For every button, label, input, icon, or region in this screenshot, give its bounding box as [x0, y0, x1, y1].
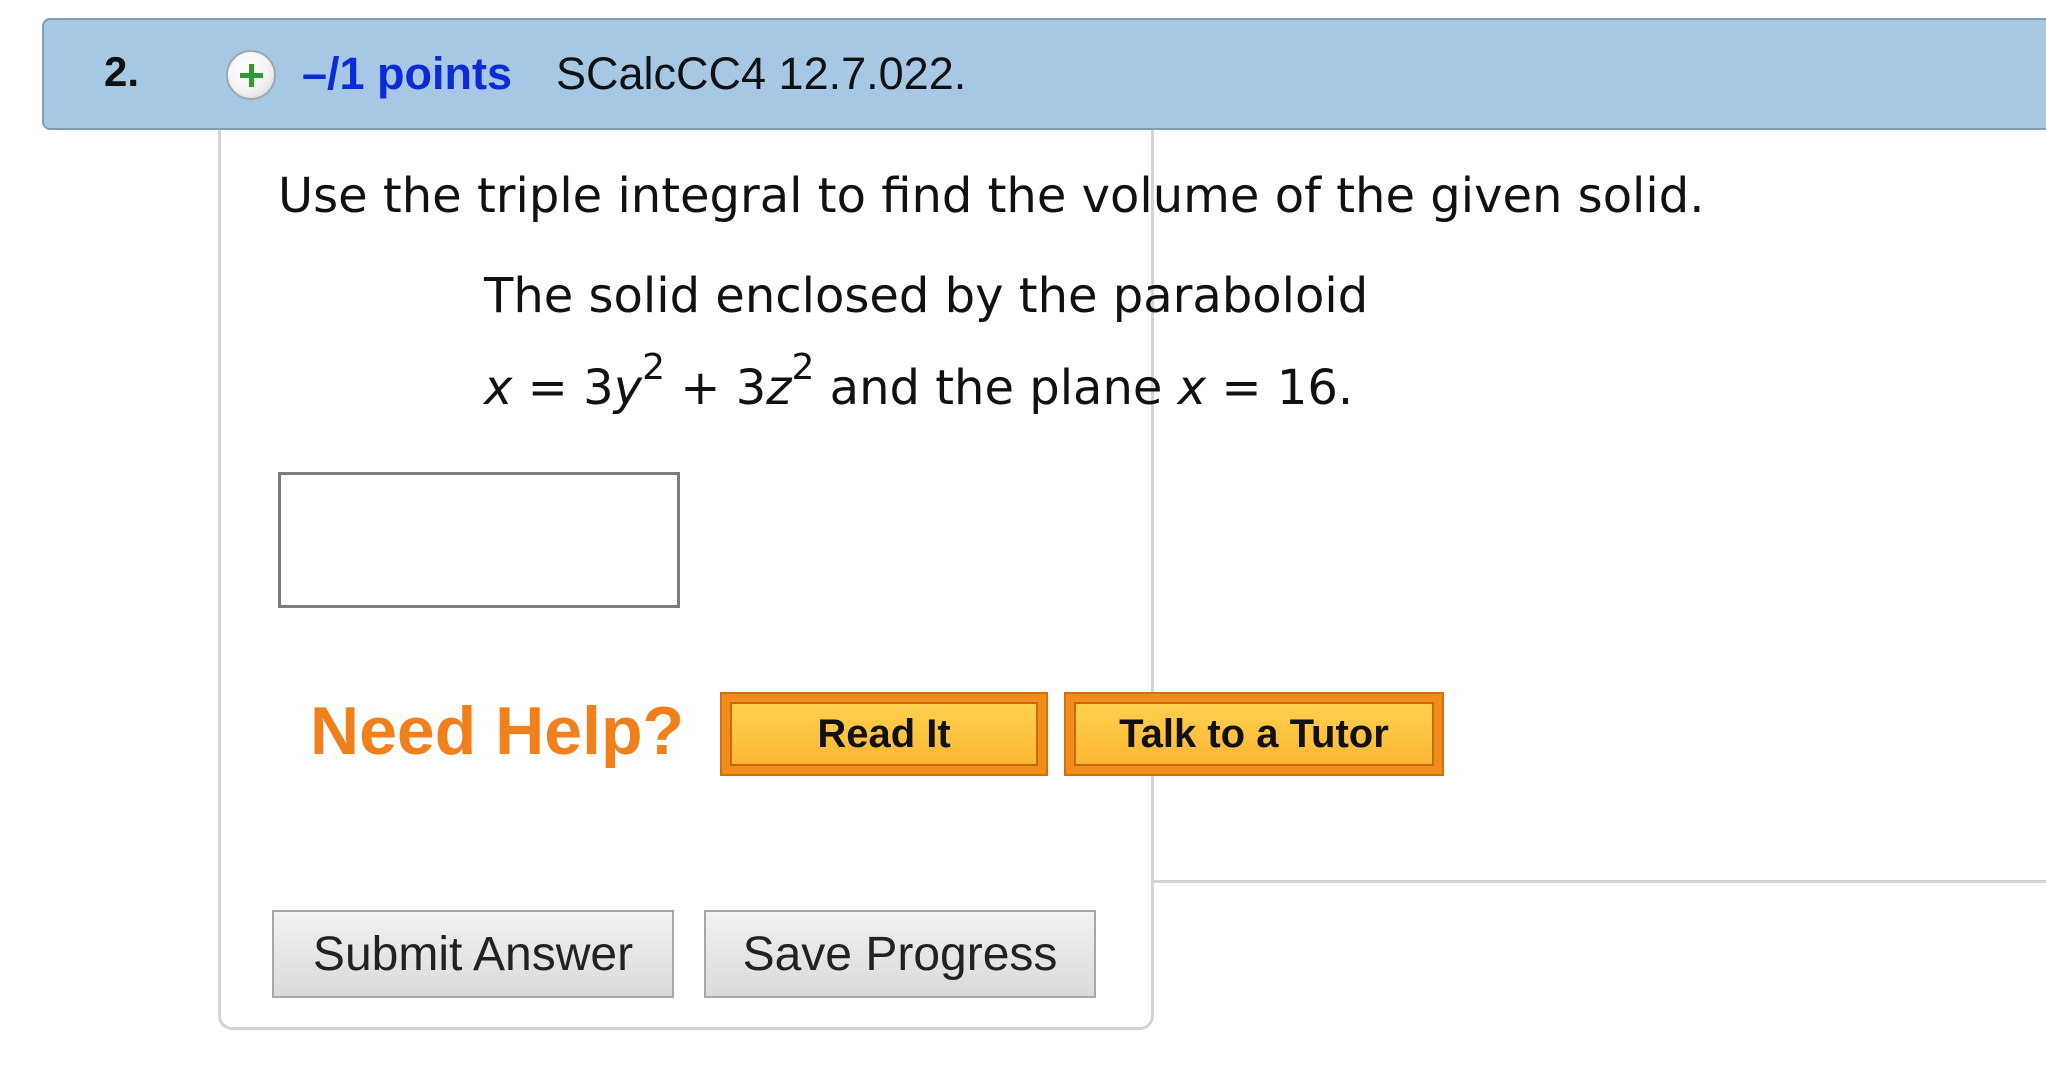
points-link[interactable]: –/1 points: [302, 48, 512, 100]
exponent: 2: [791, 346, 815, 388]
statement-line-2: x = 3y2 + 3z2 and the plane x = 16.: [484, 349, 1354, 416]
var-x: x: [484, 360, 513, 416]
submit-answer-button[interactable]: Submit Answer: [272, 910, 674, 998]
problem-code: SCalcCC4 12.7.022.: [556, 48, 967, 99]
save-progress-button[interactable]: Save Progress: [704, 910, 1096, 998]
answer-input[interactable]: [278, 472, 680, 608]
talk-to-tutor-button[interactable]: Talk to a Tutor: [1064, 692, 1444, 776]
var-y: y: [613, 360, 643, 416]
text-plus: + 3: [665, 360, 767, 416]
plus-circle-icon[interactable]: [226, 50, 276, 100]
var-x: x: [1177, 360, 1207, 416]
exponent: 2: [642, 346, 665, 388]
text-eq: = 3: [512, 360, 614, 416]
var-z: z: [766, 360, 792, 416]
talk-to-tutor-label: Talk to a Tutor: [1074, 702, 1434, 766]
need-help-label: Need Help?: [310, 693, 685, 769]
read-it-label: Read It: [730, 702, 1038, 766]
text-mid: and the plane: [814, 360, 1178, 416]
divider: [1152, 880, 2046, 883]
statement-line-1: The solid enclosed by the paraboloid: [484, 268, 1369, 324]
question-prompt: Use the triple integral to find the volu…: [278, 168, 1705, 224]
text-end: = 16.: [1206, 360, 1354, 416]
question-number: 2.: [104, 48, 140, 95]
read-it-button[interactable]: Read It: [720, 692, 1048, 776]
